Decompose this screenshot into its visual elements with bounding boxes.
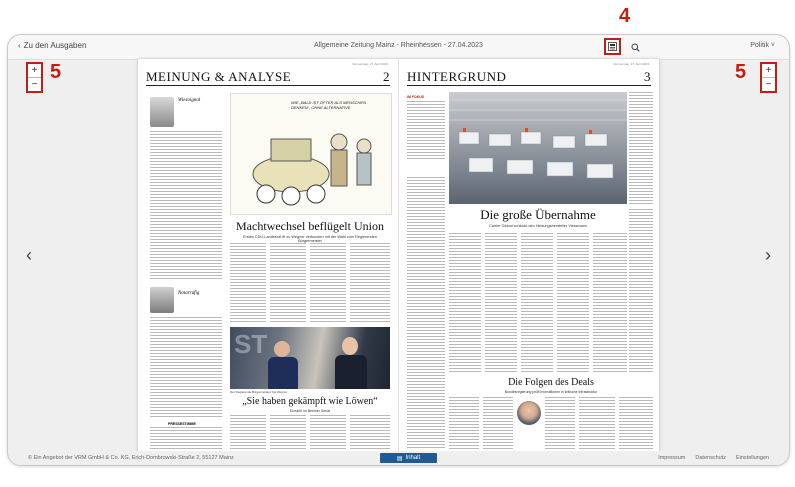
footer-links: Impressum Datenschutz Einstellungen xyxy=(658,455,769,461)
callout-label-4: 4 xyxy=(619,5,631,27)
text-column xyxy=(230,415,266,451)
previous-page-arrow[interactable]: ‹ xyxy=(26,245,32,266)
person-body xyxy=(268,357,298,389)
quote-subhead: Einsicht im Berliner Senat xyxy=(289,409,331,413)
footer-link-einstellungen[interactable]: Einstellungen xyxy=(736,455,769,461)
table-of-contents-button[interactable] xyxy=(604,38,621,55)
text-column xyxy=(629,92,653,204)
page-section-title: HINTERGRUND xyxy=(407,69,507,84)
search-icon xyxy=(631,43,640,52)
newspaper-spread: Donnerstag, 27. April 2023 MEINUNG & ANA… xyxy=(138,59,659,454)
quote-headline: „Sie haben gekämpft wie Löwen“ xyxy=(242,396,378,407)
article-subhead-2: Bundesregierung prüft Investitionen in k… xyxy=(504,390,598,394)
page-header: HINTERGRUND 3 xyxy=(407,69,651,86)
next-page-arrow[interactable]: › xyxy=(765,245,771,266)
article-headline-2: Die Folgen des Deals xyxy=(508,377,594,388)
page-section-title: MEINUNG & ANALYSE xyxy=(146,69,292,84)
column-heading: PRESSESTIMME xyxy=(168,422,196,426)
page-header: MEINUNG & ANALYSE 2 xyxy=(146,69,390,86)
footer-bar: © Ein Angebot der VRM GmbH & Co. KG, Eri… xyxy=(8,451,789,465)
person-face xyxy=(274,341,290,357)
text-column xyxy=(407,101,445,161)
person-body xyxy=(335,355,367,389)
text-column xyxy=(557,233,589,373)
photo-caption: Der Regierende Bürgermeister Kai Wegner xyxy=(230,390,288,394)
callout-label-5-right: 5 xyxy=(735,61,747,83)
person-face xyxy=(342,337,358,355)
text-column xyxy=(449,397,479,451)
text-column xyxy=(449,233,481,373)
author-photo xyxy=(150,287,174,313)
text-column xyxy=(407,177,445,449)
page-number: 3 xyxy=(644,69,651,84)
portrait-photo xyxy=(517,401,541,425)
table-of-contents-icon xyxy=(608,42,617,51)
text-column xyxy=(150,131,222,281)
text-column xyxy=(593,233,627,373)
text-column xyxy=(270,243,306,323)
page-number: 2 xyxy=(383,69,390,84)
chevron-down-icon: ˅ xyxy=(770,42,775,49)
text-column xyxy=(310,243,346,323)
text-column xyxy=(483,397,513,451)
search-button[interactable] xyxy=(628,40,642,54)
top-toolbar: ‹ Zu den Ausgaben Allgemeine Zeitung Mai… xyxy=(8,35,789,60)
text-column xyxy=(545,397,575,451)
column-heading: Wiesoignal xyxy=(178,98,201,103)
footer-link-impressum[interactable]: Impressum xyxy=(658,455,685,461)
zoom-in-button[interactable]: + xyxy=(762,64,775,77)
article-headline: Die große Übernahme xyxy=(480,207,596,222)
zoom-out-button[interactable]: − xyxy=(28,77,41,91)
text-column xyxy=(521,233,553,373)
page-date: Donnerstag, 27. April 2023 xyxy=(613,62,649,66)
factory-photo xyxy=(449,92,627,204)
text-column xyxy=(629,209,653,373)
zoom-controls-right: + − xyxy=(760,62,777,93)
text-column xyxy=(579,397,615,451)
article-photo: ST xyxy=(230,327,390,389)
text-column xyxy=(619,397,653,451)
text-column xyxy=(230,243,266,323)
epaper-viewer: ‹ Zu den Ausgaben Allgemeine Zeitung Mai… xyxy=(7,34,790,466)
text-column xyxy=(150,317,222,417)
section-label: Politik xyxy=(750,42,769,49)
cartoon-image: WIE „BALD IST ÖFTER ALS MENSCHEN DENKEN“… xyxy=(230,93,392,215)
text-column xyxy=(485,233,517,373)
text-column xyxy=(150,427,222,451)
text-column xyxy=(310,415,346,451)
article-subhead: Carrier Global schluckt den Heizungshers… xyxy=(488,224,588,228)
zoom-controls-left: + − xyxy=(26,62,43,93)
author-photo xyxy=(150,97,174,127)
zoom-in-button[interactable]: + xyxy=(28,64,41,77)
article-headline: Machtwechsel beflügelt Union xyxy=(236,219,384,233)
page-right[interactable]: Donnerstag, 27. April 2023 HINTERGRUND 3… xyxy=(399,59,659,454)
side-label: IM FOKUS xyxy=(407,95,425,99)
text-column xyxy=(270,415,306,451)
inhalt-label: Inhalt xyxy=(405,455,421,461)
zoom-out-button[interactable]: − xyxy=(762,77,775,91)
cartoon-drawing xyxy=(252,133,372,206)
copyright-text: © Ein Angebot der VRM GmbH & Co. KG, Eri… xyxy=(28,455,234,461)
callout-label-5-left: 5 xyxy=(50,61,62,83)
document-icon: ▤ xyxy=(396,455,403,462)
footer-link-datenschutz[interactable]: Datenschutz xyxy=(695,455,726,461)
edition-title: Allgemeine Zeitung Mainz - Rheinhessen -… xyxy=(314,42,483,49)
section-dropdown[interactable]: Politik ˅ xyxy=(750,42,775,49)
photo-background-text: ST xyxy=(234,329,268,359)
inhalt-button[interactable]: ▤ Inhalt xyxy=(380,453,437,463)
page-date: Donnerstag, 27. April 2023 xyxy=(352,62,388,66)
text-column xyxy=(350,415,390,451)
article-subhead: Erstes CDU-Landesrat fit zu Wegner verbu… xyxy=(243,235,377,243)
text-column xyxy=(350,243,390,323)
column-heading: Notarrufig xyxy=(178,291,200,296)
factory-drawing xyxy=(449,99,627,179)
page-left[interactable]: Donnerstag, 27. April 2023 MEINUNG & ANA… xyxy=(138,59,399,454)
